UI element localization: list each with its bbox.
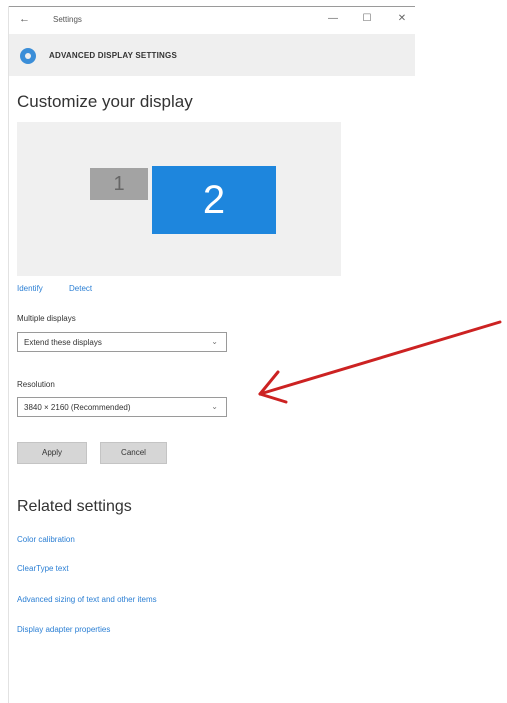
close-icon[interactable]: ✕ <box>394 13 410 24</box>
apply-button[interactable]: Apply <box>17 442 87 464</box>
app-title: Settings <box>53 15 82 24</box>
display-adapter-properties-link[interactable]: Display adapter properties <box>17 625 110 634</box>
title-bar: ← Settings — ☐ ✕ <box>9 6 415 34</box>
page-header: ADVANCED DISPLAY SETTINGS <box>9 34 415 76</box>
related-settings-heading: Related settings <box>17 498 132 515</box>
cancel-button[interactable]: Cancel <box>100 442 167 464</box>
back-arrow-icon[interactable]: ← <box>19 13 30 25</box>
monitor-1[interactable]: 1 <box>90 168 148 200</box>
customize-heading: Customize your display <box>17 92 193 111</box>
resolution-value: 3840 × 2160 (Recommended) <box>24 403 131 412</box>
page-title: ADVANCED DISPLAY SETTINGS <box>49 51 177 60</box>
monitor-arrangement: 1 2 <box>17 122 341 276</box>
arrow-head-lower <box>258 392 288 404</box>
advanced-sizing-link[interactable]: Advanced sizing of text and other items <box>17 595 157 604</box>
cleartype-text-link[interactable]: ClearType text <box>17 564 69 573</box>
resolution-select[interactable]: 3840 × 2160 (Recommended) ⌄ <box>17 397 227 417</box>
red-arrow-annotation <box>258 320 502 404</box>
arrow-shaft <box>258 320 502 396</box>
gear-icon <box>20 48 36 64</box>
identify-link[interactable]: Identify <box>17 284 43 293</box>
minimize-icon[interactable]: — <box>325 13 341 24</box>
maximize-icon[interactable]: ☐ <box>359 13 375 24</box>
multiple-displays-label: Multiple displays <box>17 314 76 323</box>
resolution-label: Resolution <box>17 380 55 389</box>
chevron-down-icon: ⌄ <box>211 402 218 411</box>
multiple-displays-value: Extend these displays <box>24 338 102 347</box>
multiple-displays-select[interactable]: Extend these displays ⌄ <box>17 332 227 352</box>
monitor-2[interactable]: 2 <box>152 166 276 234</box>
color-calibration-link[interactable]: Color calibration <box>17 535 75 544</box>
chevron-down-icon: ⌄ <box>211 337 218 346</box>
detect-link[interactable]: Detect <box>69 284 92 293</box>
